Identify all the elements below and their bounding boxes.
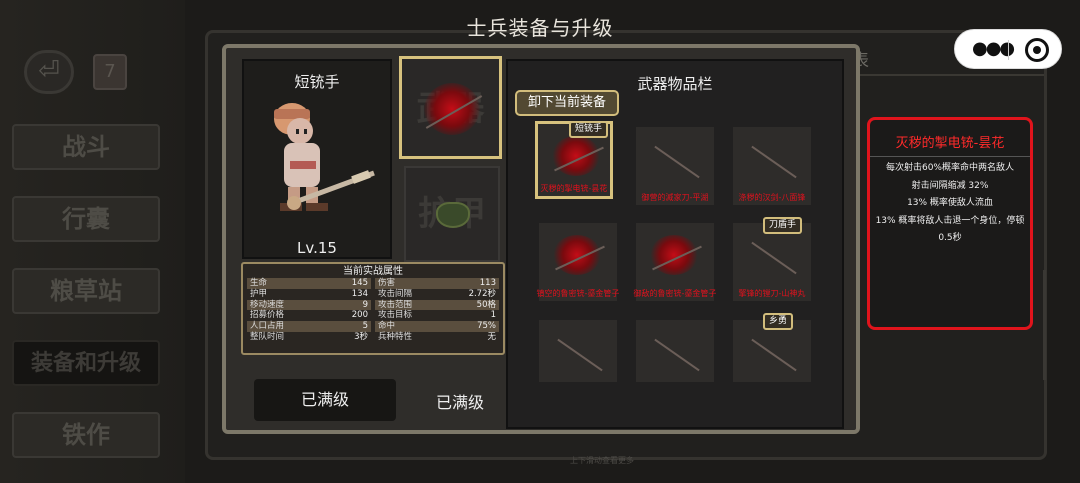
miniprogram-capsule: ●●● [954, 29, 1062, 69]
armor-slot[interactable]: 护甲 [404, 166, 500, 262]
stat-row: 攻击目标 1 [375, 310, 499, 321]
scroll-hint: 上下滑动查看更多 [570, 456, 634, 465]
equipped-by-tag: 乡勇 [763, 313, 794, 330]
detail-line: 每次射击60%概率命中两名敌人 [885, 163, 1014, 173]
stat-label: 整队时间 [250, 331, 285, 342]
stat-label: 护甲 [250, 288, 268, 299]
stats-panel: 当前实战属性 生命 145 伤害 113 护甲 134 攻击间隔 2.72秒 移动速度 9… [241, 262, 505, 355]
stat-label: 攻击范围 [378, 299, 413, 310]
stat-row: 兵种特性 无 [375, 332, 499, 343]
item-name: 灭秽的掣电铳-昙花 [540, 184, 608, 193]
stats-title: 当前实战属性 [343, 266, 403, 277]
stat-row: 伤害 113 [375, 278, 499, 289]
page-title: 士兵装备与升级 [466, 16, 614, 40]
stat-label: 伤害 [378, 278, 396, 288]
sword-icon [751, 145, 797, 179]
detail-description: 每次射击60%概率命中两名敌人 射击间隔缩减 32% 13% 概率使敌人流血 1… [870, 160, 1030, 248]
weapon-glow [424, 83, 480, 135]
stat-label: 命中 [378, 321, 396, 332]
stat-value: 5 [362, 321, 368, 332]
stat-value: 1 [490, 310, 496, 321]
stat-value: 50格 [476, 299, 496, 310]
equipped-by-tag: 刀盾手 [763, 217, 803, 234]
inventory-item[interactable]: 御敌的鲁密铳-鎏金管子 [634, 223, 716, 301]
stat-value: 3秒 [354, 331, 368, 342]
stat-value: 9 [362, 299, 368, 310]
sidebar-item-equipment[interactable]: 装备和升级 [12, 340, 160, 386]
sidebar-item-forge[interactable]: 铁作 [12, 412, 160, 458]
item-name: 镇空的鲁密铳-鎏金管子 [536, 289, 620, 298]
halberd-icon [751, 241, 797, 275]
stat-row: 招募价格 200 [247, 310, 371, 321]
stat-value: 113 [479, 278, 496, 288]
stat-label: 兵种特性 [378, 331, 413, 342]
unequip-button[interactable]: 卸下当前装备 [515, 90, 619, 116]
unit-portrait: 短铳手 Lv.15 [242, 59, 392, 259]
stat-value: 145 [351, 278, 368, 288]
unit-level: Lv.15 [297, 239, 337, 257]
stat-row: 命中 75% [375, 321, 499, 332]
item-name: 涤秽的汉剑-八面锋 [738, 193, 806, 202]
detail-line: 射击间隔缩减 32% [911, 180, 989, 191]
stat-label: 攻击目标 [378, 310, 413, 321]
spear-icon [751, 338, 797, 372]
stat-row: 攻击范围 50格 [375, 299, 499, 311]
stat-label: 招募价格 [250, 310, 285, 321]
stat-label: 移动速度 [250, 299, 285, 310]
stat-row: 攻击间隔 2.72秒 [375, 289, 499, 300]
stat-value: 75% [477, 321, 496, 332]
item-glow [553, 235, 601, 275]
stat-label: 攻击间隔 [378, 288, 413, 299]
stat-value: 无 [487, 331, 496, 342]
sidebar-item-supply[interactable]: 粮草站 [12, 268, 160, 314]
upgrade-button[interactable]: 已满级 [254, 379, 396, 421]
item-name: 御营的滅家刀-平湖 [641, 193, 709, 202]
stat-row: 移动速度 9 [247, 299, 371, 311]
stat-row: 护甲 134 [247, 289, 371, 300]
stat-value: 2.72秒 [468, 288, 496, 299]
soldier-sprite-icon [274, 103, 375, 211]
inventory-item[interactable]: 御营的滅家刀-平湖 [636, 127, 714, 205]
scrollbar[interactable] [1043, 270, 1046, 380]
sword-icon [654, 338, 700, 372]
detail-divider [870, 156, 1030, 157]
calendar-icon[interactable]: 7 [93, 54, 127, 90]
sidebar-item-bag[interactable]: 行囊 [12, 196, 160, 242]
blade-icon [654, 145, 700, 179]
stat-value: 134 [351, 288, 368, 299]
item-name: 御敌的鲁密铳-鎏金管子 [633, 289, 717, 298]
back-icon[interactable]: ⏎ [24, 50, 74, 94]
stat-label: 人口占用 [250, 321, 285, 332]
item-detail-panel: 灭秽的掣电铳-昙花 每次射击60%概率命中两名敌人 射击间隔缩减 32% 13%… [867, 117, 1033, 330]
inventory-item[interactable]: 镇空的鲁密铳-鎏金管子 [537, 223, 619, 301]
detail-line: 13% 概率将敌人击退一个身位，停顿0.5秒 [875, 215, 1025, 244]
armor-icon [436, 202, 470, 228]
capsule-divider [1008, 40, 1009, 60]
item-glow [552, 136, 600, 176]
inventory-item[interactable] [539, 320, 617, 382]
stat-row: 生命 145 [247, 278, 371, 289]
upgrade-status: 已满级 [435, 393, 484, 412]
inventory-item[interactable]: 擎锋的镗刀-山神丸 [733, 223, 811, 301]
detail-title: 灭秽的掣电铳-昙花 [895, 136, 1005, 151]
item-glow [650, 235, 698, 275]
equipped-by-tag: 短铳手 [569, 121, 609, 138]
more-icon[interactable]: ●●● [972, 38, 1015, 59]
inventory-item[interactable] [636, 320, 714, 382]
stat-value: 200 [351, 310, 368, 321]
item-name: 擎锋的镗刀-山神丸 [738, 289, 806, 298]
stat-label: 生命 [250, 278, 268, 288]
weapon-slot[interactable]: 武器 [399, 56, 502, 159]
stat-row: 整队时间 3秒 [247, 332, 371, 343]
sidebar-item-battle[interactable]: 战斗 [12, 124, 160, 170]
stat-row: 人口占用 5 [247, 321, 371, 332]
close-target-icon[interactable] [1025, 38, 1049, 62]
inventory-item[interactable]: 涤秽的汉剑-八面锋 [733, 127, 811, 205]
sword-icon [557, 338, 603, 372]
detail-line: 13% 概率使敌人流血 [907, 198, 993, 208]
